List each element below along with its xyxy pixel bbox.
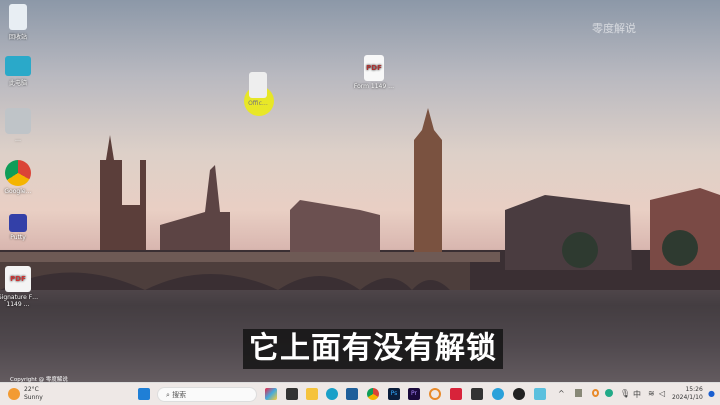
copilot-icon[interactable]	[265, 388, 277, 400]
search-box[interactable]: ⌕ 搜索	[157, 387, 257, 402]
chrome-taskbar-icon[interactable]	[367, 388, 379, 400]
desktop-icon-lock[interactable]: …	[0, 108, 40, 143]
telegram-icon[interactable]	[492, 388, 504, 400]
lock-shortcut-icon	[5, 108, 31, 134]
search-app-icon[interactable]	[429, 388, 441, 400]
file-icon	[249, 72, 267, 98]
sticky-notes-icon[interactable]	[471, 388, 483, 400]
monitor-icon	[5, 56, 31, 76]
volume-icon[interactable]: ◁	[659, 389, 665, 398]
notification-bell-icon[interactable]: ●	[708, 389, 715, 398]
notes-app-icon[interactable]	[450, 388, 462, 400]
edge-icon[interactable]	[326, 388, 338, 400]
desktop-icon-putty[interactable]: Putty	[0, 214, 40, 241]
start-button[interactable]	[138, 388, 150, 400]
tray-network-app-icon[interactable]	[605, 389, 613, 397]
tray-chevron-icon[interactable]: ^	[558, 389, 565, 398]
notepad-icon[interactable]	[534, 388, 546, 400]
weather-sun-icon	[8, 388, 20, 400]
ime-indicator[interactable]: 中	[633, 389, 641, 400]
terminal-icon[interactable]	[286, 388, 298, 400]
app-icon[interactable]	[513, 388, 525, 400]
desktop-icon-form-pdf[interactable]: PDF Form 1149 …	[352, 55, 396, 90]
desktop-icon-signature-pdf[interactable]: PDF Signature F… 1149 …	[0, 266, 40, 308]
premiere-icon[interactable]: Pr	[408, 388, 420, 400]
desktop-icon-recycle-bin[interactable]: 回收站	[0, 4, 40, 41]
taskbar: 22°C Sunny ⌕ 搜索 Ps Pr ^ 🎙 中 ≋ ◁ 15:26 2024…	[0, 382, 720, 405]
tray-app-icon[interactable]	[575, 389, 582, 397]
chrome-icon	[5, 160, 31, 186]
watermark: 零度解说	[592, 22, 636, 35]
putty-icon	[9, 214, 27, 232]
pdf-icon: PDF	[5, 266, 31, 292]
pdf-icon: PDF	[364, 55, 384, 81]
desktop-icon-chrome[interactable]: Google…	[0, 160, 40, 195]
wifi-icon[interactable]: ≋	[648, 389, 655, 398]
store-icon[interactable]	[346, 388, 358, 400]
file-explorer-icon[interactable]	[306, 388, 318, 400]
microphone-icon[interactable]: 🎙	[620, 389, 630, 398]
tray-search-icon[interactable]	[592, 389, 599, 397]
desktop-icon-office-file[interactable]: Offic…	[236, 72, 280, 107]
photoshop-icon[interactable]: Ps	[388, 388, 400, 400]
recycle-bin-icon	[9, 4, 27, 30]
weather-widget[interactable]: 22°C Sunny	[8, 386, 43, 402]
desktop-icon-this-pc[interactable]: 此电脑	[0, 56, 40, 87]
clock[interactable]: 15:26 2024/1/10	[672, 386, 703, 402]
video-subtitle: 它上面有没有解锁	[243, 329, 503, 369]
